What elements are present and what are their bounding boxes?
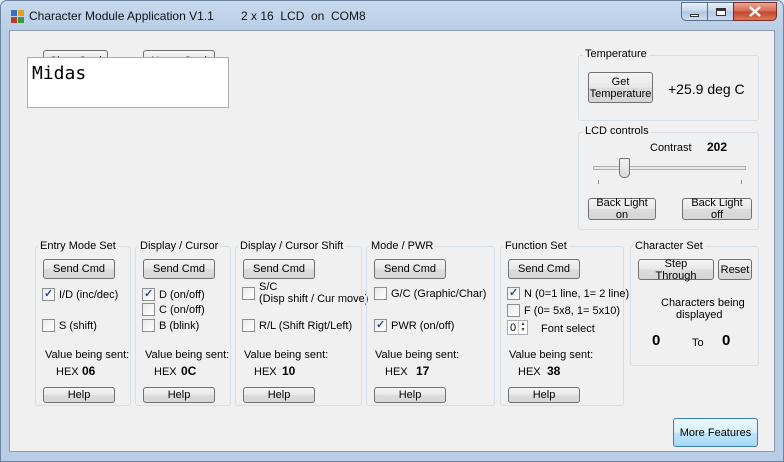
step-through-button[interactable]: Step Through xyxy=(638,258,714,282)
lcd-text-display[interactable]: Midas xyxy=(27,57,229,108)
backlight-off-button[interactable]: Back Light off xyxy=(682,197,752,221)
function-set-value-label: Value being sent: xyxy=(509,349,594,361)
close-button[interactable] xyxy=(733,2,777,21)
id-checkbox[interactable]: ✓ xyxy=(42,288,55,301)
checkmark-icon: ✓ xyxy=(44,288,54,300)
n-checkbox[interactable]: ✓ xyxy=(507,287,520,300)
char-range-to: 0 xyxy=(722,332,731,349)
display-cursor-send-button[interactable]: Send Cmd xyxy=(143,259,215,279)
display-shift-value-label: Value being sent: xyxy=(244,349,329,361)
maximize-button[interactable] xyxy=(707,2,733,21)
display-shift-send-button[interactable]: Send Cmd xyxy=(243,259,315,279)
checkmark-icon: ✓ xyxy=(144,288,154,300)
rl-checkbox[interactable]: ✓ xyxy=(242,319,255,332)
entry-mode-send-button[interactable]: Send Cmd xyxy=(43,259,115,279)
reset-button[interactable]: Reset xyxy=(718,259,752,280)
b-checkbox-label: B (blink) xyxy=(159,320,200,332)
c-checkbox[interactable]: ✓ xyxy=(142,303,155,316)
function-set-title: Function Set xyxy=(503,240,569,253)
rl-checkbox-label: R/L (Shift Rigt/Left) xyxy=(259,320,353,332)
app-icon xyxy=(11,10,24,23)
get-temperature-button[interactable]: Get Temperature xyxy=(588,72,653,103)
spinner-arrows-icon[interactable]: ▲ ▼ xyxy=(518,321,527,334)
sc-checkbox-label: S/C xyxy=(259,281,278,293)
s-checkbox[interactable]: ✓ xyxy=(42,319,55,332)
display-cursor-hex-value: 0C xyxy=(181,364,197,378)
id-checkbox-label: I/D (inc/dec) xyxy=(59,289,119,301)
checkmark-icon: ✓ xyxy=(376,319,386,331)
characters-caption-line2: displayed xyxy=(676,309,723,321)
temperature-reading: +25.9 deg C xyxy=(668,81,745,97)
display-cursor-title: Display / Cursor xyxy=(138,240,221,253)
display-shift-hex-label: HEX xyxy=(254,366,277,378)
n-checkbox-label: N (0=1 line, 1= 2 line) xyxy=(524,288,630,300)
character-set-title: Character Set xyxy=(633,240,705,253)
contrast-value: 202 xyxy=(707,140,728,154)
font-select-spinner[interactable]: 0 ▲ ▼ xyxy=(507,320,528,335)
entry-mode-hex-label: HEX xyxy=(56,366,79,378)
display-shift-help-button[interactable]: Help xyxy=(243,387,315,403)
caption-buttons xyxy=(681,2,777,22)
mode-pwr-value-label: Value being sent: xyxy=(375,349,460,361)
d-checkbox[interactable]: ✓ xyxy=(142,288,155,301)
display-cursor-hex-label: HEX xyxy=(154,366,177,378)
contrast-label: Contrast xyxy=(650,142,692,154)
connection-label: on COM8 xyxy=(311,9,366,23)
font-select-value: 0 xyxy=(510,322,517,334)
s-checkbox-label: S (shift) xyxy=(59,320,97,332)
b-checkbox[interactable]: ✓ xyxy=(142,319,155,332)
gc-checkbox[interactable]: ✓ xyxy=(374,287,387,300)
entry-mode-title: Entry Mode Set xyxy=(38,240,118,253)
pwr-checkbox-label: PWR (on/off) xyxy=(391,320,455,332)
mode-pwr-hex-value: 17 xyxy=(416,364,430,378)
maximize-icon xyxy=(715,7,726,16)
backlight-on-button[interactable]: Back Light on xyxy=(588,197,656,221)
display-cursor-help-button[interactable]: Help xyxy=(143,387,215,403)
entry-mode-value-label: Value being sent: xyxy=(45,349,130,361)
more-features-button[interactable]: More Features xyxy=(673,418,758,447)
checkmark-icon: ✓ xyxy=(509,287,519,299)
mode-pwr-send-button[interactable]: Send Cmd xyxy=(374,259,446,279)
c-checkbox-label: C (on/off) xyxy=(159,304,205,316)
entry-mode-help-button[interactable]: Help xyxy=(43,387,115,403)
pwr-checkbox[interactable]: ✓ xyxy=(374,319,387,332)
close-icon xyxy=(749,6,761,17)
mode-pwr-title: Mode / PWR xyxy=(369,240,436,253)
temperature-group-title: Temperature xyxy=(583,48,649,61)
lcd-controls-group-title: LCD controls xyxy=(583,125,651,138)
f-checkbox-label: F (0= 5x8, 1= 5x10) xyxy=(524,305,620,317)
char-range-from: 0 xyxy=(652,332,661,349)
sc-checkbox[interactable]: ✓ xyxy=(242,287,255,300)
d-checkbox-label: D (on/off) xyxy=(159,289,205,301)
minimize-button[interactable] xyxy=(681,2,707,21)
display-shift-hex-value: 10 xyxy=(282,364,296,378)
display-cursor-value-label: Value being sent: xyxy=(145,349,230,361)
slider-tick-start xyxy=(598,180,599,184)
sc-checkbox-sublabel: (Disp shift / Cur move) xyxy=(259,293,369,305)
entry-mode-hex-value: 06 xyxy=(82,364,96,378)
f-checkbox[interactable]: ✓ xyxy=(507,304,520,317)
function-set-hex-value: 38 xyxy=(547,364,561,378)
display-shift-title: Display / Cursor Shift xyxy=(238,240,346,253)
function-set-help-button[interactable]: Help xyxy=(508,387,580,403)
mode-pwr-hex-label: HEX xyxy=(385,366,408,378)
lcd-text: Midas xyxy=(32,63,87,84)
function-set-send-button[interactable]: Send Cmd xyxy=(508,259,580,279)
function-set-hex-label: HEX xyxy=(518,366,541,378)
minimize-icon xyxy=(690,13,699,17)
characters-caption: Characters being xyxy=(661,297,745,309)
slider-tick-end xyxy=(741,180,742,184)
contrast-slider[interactable] xyxy=(593,166,746,170)
lcd-type-label: 2 x 16 LCD xyxy=(241,9,305,23)
contrast-slider-thumb[interactable] xyxy=(618,158,630,178)
font-select-label: Font select xyxy=(541,323,595,335)
char-range-to-label: To xyxy=(692,337,704,349)
gc-checkbox-label: G/C (Graphic/Char) xyxy=(391,288,487,300)
title-bar[interactable]: Character Module Application V1.1 2 x 16… xyxy=(1,1,783,31)
window-title: Character Module Application V1.1 xyxy=(29,9,214,23)
mode-pwr-help-button[interactable]: Help xyxy=(374,387,446,403)
